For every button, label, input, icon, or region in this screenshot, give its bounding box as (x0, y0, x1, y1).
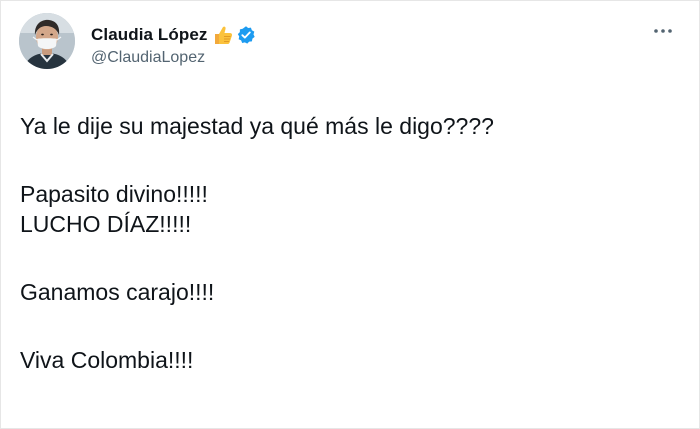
tweet-line-5: Viva Colombia!!!! (20, 347, 194, 373)
tweet-line-1: Ya le dije su majestad ya qué más le dig… (20, 113, 494, 139)
tweet-card: Claudia López @ClaudiaLopez Ya le dije s… (0, 0, 700, 429)
more-options-button[interactable] (647, 19, 679, 43)
tweet-text: Ya le dije su majestad ya qué más le dig… (20, 111, 680, 375)
line-spacer (20, 239, 680, 277)
line-spacer (20, 141, 680, 179)
more-options-icon (654, 29, 672, 33)
avatar-photo-icon (19, 13, 75, 69)
tweet-line-4: Ganamos carajo!!!! (20, 279, 215, 305)
thumbs-up-icon (212, 24, 234, 46)
author-handle[interactable]: @ClaudiaLopez (91, 49, 256, 67)
name-row: Claudia López (91, 23, 256, 47)
tweet-header: Claudia López @ClaudiaLopez (19, 11, 685, 81)
verified-badge-icon (236, 25, 256, 45)
author-block: Claudia López @ClaudiaLopez (91, 23, 256, 67)
tweet-line-3: LUCHO DÍAZ!!!!! (20, 211, 192, 237)
line-spacer (20, 307, 680, 345)
author-display-name[interactable]: Claudia López (91, 25, 208, 45)
tweet-line-2: Papasito divino!!!!! (20, 181, 208, 207)
avatar[interactable] (19, 13, 75, 69)
